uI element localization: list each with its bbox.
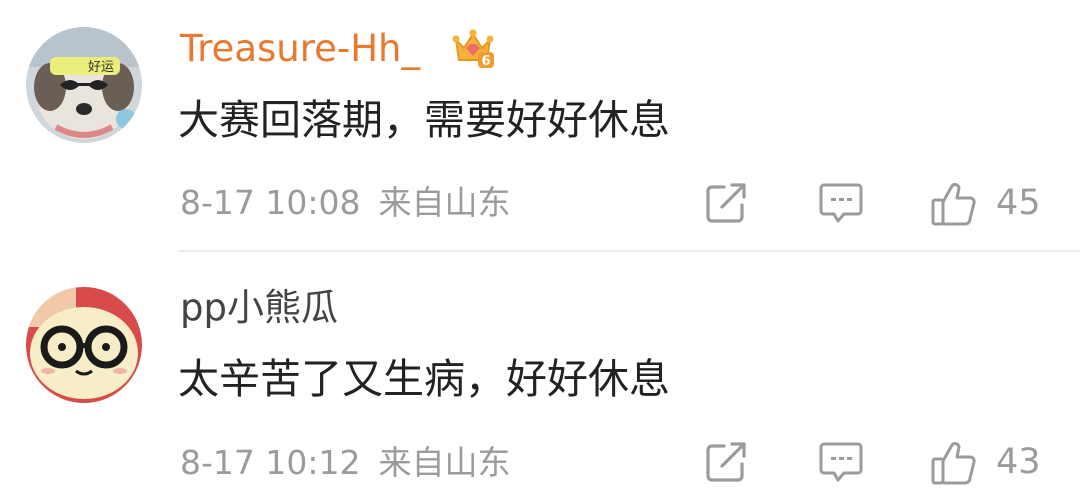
comment-location: 来自山东 bbox=[378, 443, 511, 482]
username[interactable]: Treasure-Hh_ bbox=[180, 27, 420, 71]
comment-time: 8-17 10:12 bbox=[180, 443, 361, 482]
share-icon bbox=[706, 442, 746, 482]
bear-with-glasses-avatar-icon bbox=[26, 287, 142, 403]
like-button[interactable]: 45 bbox=[930, 181, 1050, 227]
dog-plush-avatar-icon: 好运 bbox=[26, 27, 142, 143]
username[interactable]: pp小熊瓜 bbox=[180, 286, 338, 330]
comment-item: pp小熊瓜 太辛苦了又生病，好好休息 8-17 10:12 来自山东 43 bbox=[0, 251, 1080, 503]
avatar[interactable]: 好运 bbox=[26, 27, 142, 143]
comment-location: 来自山东 bbox=[378, 183, 511, 222]
comment-icon bbox=[819, 442, 863, 482]
thumbs-up-icon bbox=[931, 183, 976, 226]
avatar[interactable] bbox=[26, 287, 142, 403]
comment-item: 好运 Treasure-Hh_ 6 大赛回落期，需要好好休息 8-17 10:0… bbox=[0, 0, 1080, 252]
thumbs-up-icon bbox=[931, 442, 976, 485]
like-count: 45 bbox=[996, 183, 1041, 223]
reply-button[interactable] bbox=[818, 440, 864, 484]
like-count: 43 bbox=[996, 442, 1041, 482]
comment-text: 大赛回落期，需要好好休息 bbox=[178, 96, 670, 144]
comment-meta: 8-17 10:08 来自山东 bbox=[180, 183, 511, 223]
like-button[interactable]: 43 bbox=[930, 440, 1050, 486]
comment-icon bbox=[819, 183, 863, 223]
share-icon bbox=[706, 183, 746, 223]
comment-text: 太辛苦了又生病，好好休息 bbox=[178, 355, 670, 403]
headband-text: 好运 bbox=[88, 60, 114, 75]
share-button[interactable] bbox=[704, 181, 748, 225]
share-button[interactable] bbox=[704, 440, 748, 484]
comment-meta: 8-17 10:12 来自山东 bbox=[180, 443, 511, 483]
comment-time: 8-17 10:08 bbox=[180, 183, 361, 222]
vip-level: 6 bbox=[482, 54, 491, 69]
reply-button[interactable] bbox=[818, 181, 864, 225]
crown-badge-icon[interactable]: 6 bbox=[450, 24, 496, 70]
